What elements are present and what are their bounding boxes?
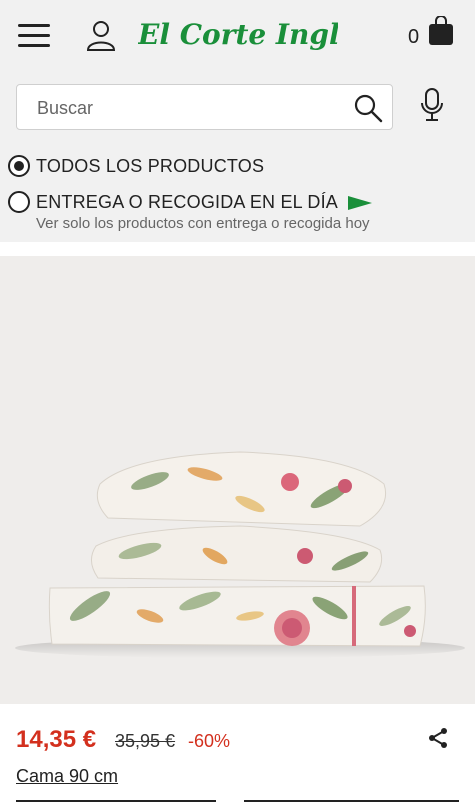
- filter-all-products-label: TODOS LOS PRODUCTOS: [36, 156, 265, 176]
- filter-same-day-subtitle: Ver solo los productos con entrega o rec…: [36, 215, 370, 232]
- cart-button[interactable]: 0: [408, 16, 458, 50]
- brand-logo[interactable]: El Corte Inglés: [138, 10, 338, 60]
- filter-same-day-label: ENTREGA O RECOGIDA EN EL DÍA: [36, 192, 338, 212]
- bedding-set-illustration: [15, 451, 465, 658]
- search-icon[interactable]: [353, 93, 383, 123]
- search-bar: [0, 72, 475, 142]
- green-flag-icon: [348, 196, 373, 211]
- app-header: El Corte Inglés 0: [0, 0, 475, 72]
- filter-same-day[interactable]: ENTREGA O RECOGIDA EN EL DÍA Ver solo lo…: [8, 191, 373, 232]
- shopping-bag-icon: [429, 16, 453, 45]
- brand-logo-text: El Corte Inglés: [138, 18, 338, 51]
- menu-icon[interactable]: [18, 24, 50, 48]
- delivery-filter: TODOS LOS PRODUCTOS ENTREGA O RECOGIDA E…: [0, 148, 475, 242]
- search-box[interactable]: [16, 84, 393, 130]
- user-icon[interactable]: [84, 18, 118, 52]
- original-price: 35,95 €: [115, 731, 176, 751]
- discount-badge: -60%: [188, 731, 231, 751]
- radio-all-products[interactable]: [8, 155, 30, 177]
- cart-count: 0: [408, 26, 420, 48]
- product-image[interactable]: [0, 256, 475, 704]
- radio-same-day[interactable]: [8, 191, 30, 213]
- product-info: 14,35 € 35,95 € -60% Cama 90 cm: [0, 704, 475, 803]
- microphone-icon[interactable]: [420, 88, 444, 122]
- section-divider: [0, 242, 475, 256]
- share-icon[interactable]: [426, 726, 450, 750]
- size-option-link[interactable]: Cama 90 cm: [16, 766, 118, 787]
- current-price: 14,35 €: [16, 726, 97, 753]
- filter-all-products[interactable]: TODOS LOS PRODUCTOS: [8, 155, 264, 177]
- search-input[interactable]: [37, 95, 337, 121]
